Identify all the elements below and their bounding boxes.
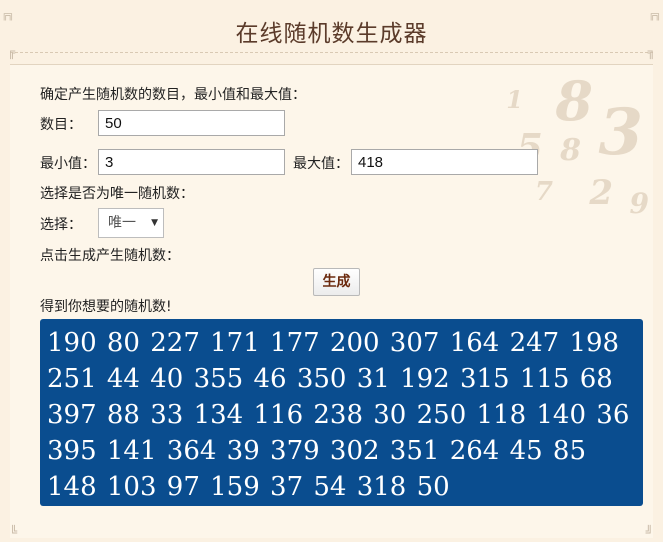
- max-input[interactable]: [351, 149, 538, 175]
- count-label: 数目：: [40, 117, 82, 133]
- result-label: 得到你想要的随机数!: [40, 299, 172, 315]
- page-title: 在线随机数生成器: [235, 21, 428, 47]
- intro-label: 确定产生随机数的数目，最小值和最大值：: [40, 87, 306, 103]
- min-input[interactable]: [98, 149, 285, 175]
- min-label: 最小值：: [40, 156, 96, 172]
- title-divider: [10, 52, 653, 53]
- generate-intro-label: 点击生成产生随机数：: [40, 248, 180, 264]
- count-input[interactable]: [98, 110, 285, 136]
- select-label: 选择：: [40, 217, 82, 233]
- result-box: 190 80 227 171 177 200 307 164 247 198 2…: [40, 319, 643, 506]
- unique-select-value: 唯一: [108, 215, 136, 231]
- max-label: 最大值：: [293, 156, 349, 172]
- corner-ornament-bottom-right: ╝: [645, 525, 653, 539]
- corner-ornament-outer-right: ╔╗: [648, 10, 661, 21]
- unique-intro-label: 选择是否为唯一随机数：: [40, 186, 194, 202]
- unique-select[interactable]: 唯一 ▼: [98, 208, 164, 238]
- corner-ornament-outer-left: ╔╗: [2, 10, 15, 21]
- corner-ornament-bottom-left: ╚: [10, 525, 18, 539]
- generate-button[interactable]: 生成: [313, 268, 360, 296]
- corner-ornament-top-right: ╗: [647, 45, 655, 59]
- chevron-down-icon: ▼: [151, 218, 158, 228]
- corner-ornament-top-left: ╔: [8, 45, 16, 59]
- header: 在线随机数生成器: [0, 0, 663, 60]
- random-numbers-output: 190 80 227 171 177 200 307 164 247 198 2…: [47, 328, 630, 502]
- page: 在线随机数生成器 ╔ ╗ ╔╗ ╔╗ 8 3 5 8 2 7 9 1 ╚ ╝ 确…: [0, 0, 663, 542]
